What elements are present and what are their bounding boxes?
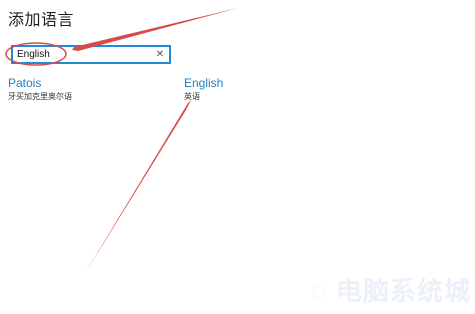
close-icon[interactable]: ✕ <box>155 47 165 62</box>
watermark-logo: ◌ 电脑系统城 <box>311 276 471 306</box>
annotation-arrow-bottom <box>84 100 191 275</box>
language-native-name: 英语 <box>184 92 200 101</box>
language-native-name: 牙买加克里奥尔语 <box>8 92 72 101</box>
search-input[interactable] <box>17 47 152 62</box>
language-name: Patois <box>8 76 42 90</box>
language-name: English <box>184 76 224 90</box>
language-result-english[interactable]: English 英语 <box>184 76 223 102</box>
language-result-patois[interactable]: Patois 牙买加克里奥尔语 <box>8 76 72 102</box>
search-box[interactable]: ✕ <box>11 45 171 64</box>
add-language-page: 添加语言 ✕ Patois 牙买加克里奥尔语 English 英语 ◌ 电脑系统… <box>0 0 475 314</box>
page-title: 添加语言 <box>8 10 75 29</box>
